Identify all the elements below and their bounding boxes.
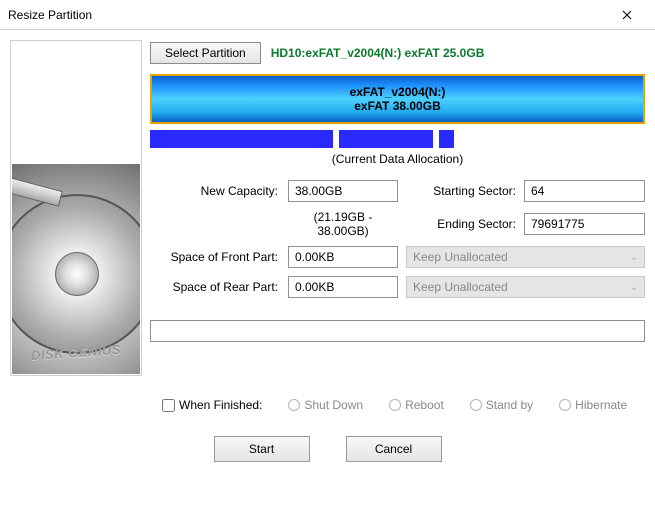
when-finished-text: When Finished: [179,398,262,412]
space-front-input[interactable] [288,246,398,268]
space-front-label: Space of Front Part: [150,250,280,264]
radio-icon [389,399,401,411]
select-partition-button[interactable]: Select Partition [150,42,261,64]
side-illustration: DISK GENIUS [10,40,142,376]
start-button[interactable]: Start [214,436,310,462]
partition-resize-bar[interactable]: exFAT_v2004(N:) exFAT 38.00GB [150,74,645,124]
rear-action-value: Keep Unallocated [413,280,508,294]
when-finished-row: When Finished: Shut Down Reboot Stand by… [162,398,643,412]
title-bar: Resize Partition [0,0,655,30]
close-icon [622,10,632,20]
close-button[interactable] [607,1,647,29]
cancel-button[interactable]: Cancel [346,436,442,462]
finish-option-hibernate: Hibernate [559,398,627,412]
radio-icon [288,399,300,411]
space-rear-input[interactable] [288,276,398,298]
brand-label: DISK GENIUS [12,341,140,365]
starting-sector-label: Starting Sector: [406,184,516,198]
when-finished-checkbox[interactable] [162,399,175,412]
finish-option-shutdown: Shut Down [288,398,363,412]
starting-sector-input[interactable] [524,180,645,202]
front-action-value: Keep Unallocated [413,250,508,264]
ending-sector-input[interactable] [524,213,645,235]
rear-action-dropdown[interactable]: Keep Unallocated ⌄ [406,276,645,298]
status-box [150,320,645,342]
front-action-dropdown[interactable]: Keep Unallocated ⌄ [406,246,645,268]
capacity-range-hint: (21.19GB - 38.00GB) [288,210,398,238]
new-capacity-label: New Capacity: [150,184,280,198]
new-capacity-input[interactable] [288,180,398,202]
radio-icon [470,399,482,411]
chevron-down-icon: ⌄ [630,282,638,293]
data-allocation-bar [150,130,645,148]
space-rear-label: Space of Rear Part: [150,280,280,294]
when-finished-checkbox-label[interactable]: When Finished: [162,398,262,412]
finish-option-standby: Stand by [470,398,533,412]
allocation-caption: (Current Data Allocation) [150,152,645,166]
ending-sector-label: Ending Sector: [406,217,516,231]
radio-icon [559,399,571,411]
hard-disk-image: DISK GENIUS [12,164,140,374]
partition-size: exFAT 38.00GB [354,99,440,113]
finish-option-reboot: Reboot [389,398,444,412]
window-title: Resize Partition [8,8,92,22]
partition-name: exFAT_v2004(N:) [350,85,446,99]
partition-path: HD10:exFAT_v2004(N:) exFAT 25.0GB [271,46,485,60]
chevron-down-icon: ⌄ [630,252,638,263]
